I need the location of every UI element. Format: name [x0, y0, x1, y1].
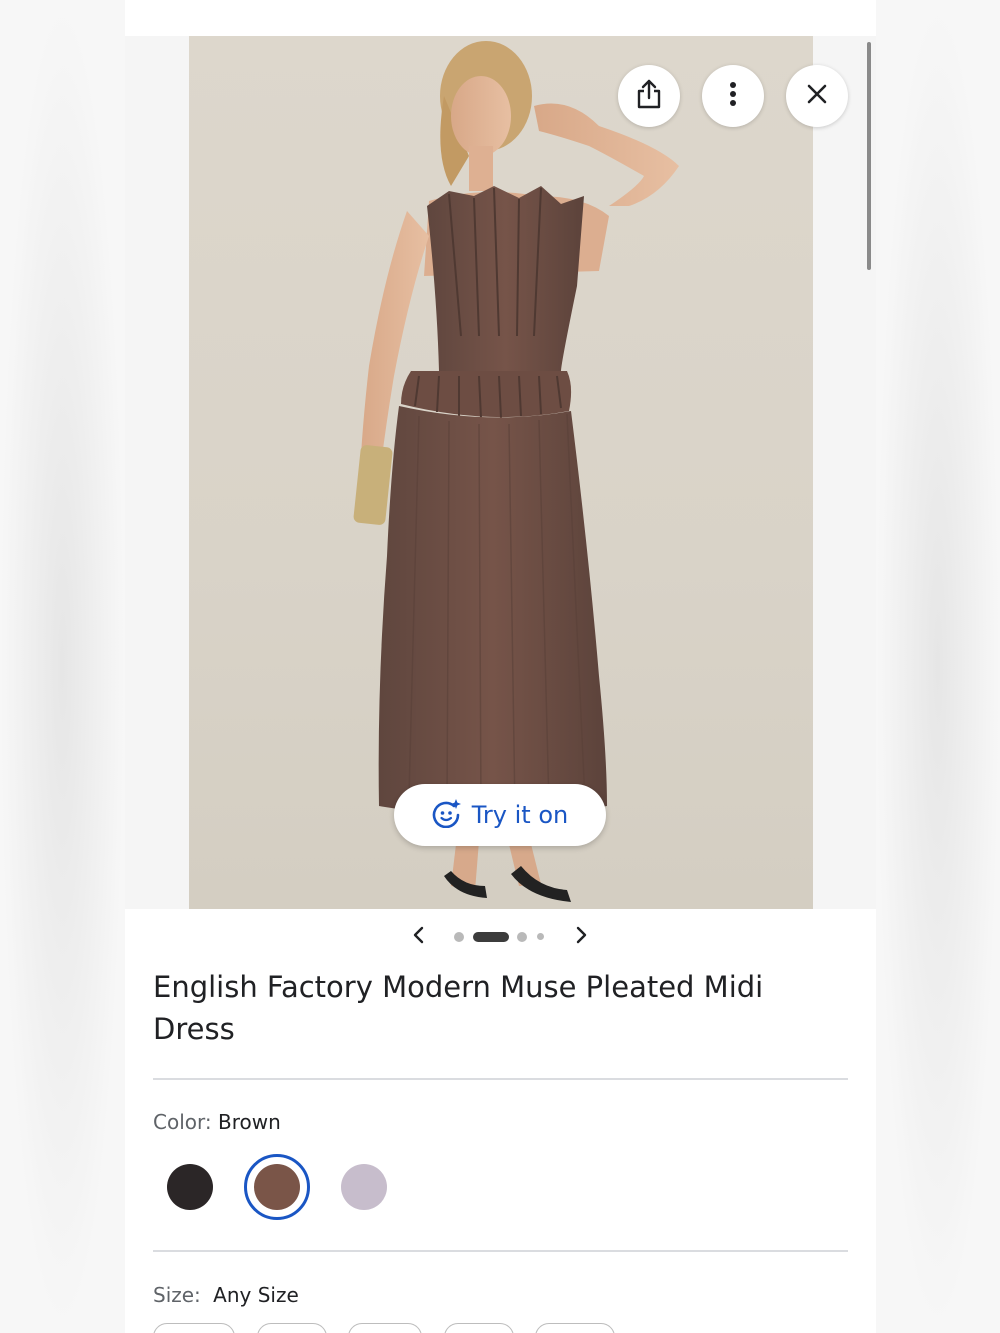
more-options-button[interactable]	[702, 65, 764, 127]
product-photo[interactable]	[189, 36, 813, 909]
share-button[interactable]	[618, 65, 680, 127]
color-label-row: Color: Brown	[153, 1110, 281, 1134]
try-it-on-button[interactable]: Try it on	[394, 784, 606, 846]
share-icon	[636, 79, 662, 114]
pager-dot[interactable]	[537, 933, 544, 940]
color-swatch-black[interactable]	[167, 1164, 213, 1210]
divider	[153, 1250, 848, 1252]
size-option[interactable]	[257, 1323, 327, 1333]
product-sheet: Try it on English Factory Modern Muse Pl…	[125, 0, 876, 1333]
color-swatch-brown[interactable]	[254, 1164, 300, 1210]
size-key: Size:	[153, 1283, 201, 1307]
chevron-right-icon	[574, 926, 588, 949]
more-vert-icon	[729, 81, 737, 112]
close-button[interactable]	[786, 65, 848, 127]
next-image-button[interactable]	[569, 925, 593, 949]
pager-dot-active[interactable]	[473, 932, 509, 942]
try-on-sparkle-icon	[432, 798, 462, 833]
divider	[153, 1078, 848, 1080]
color-key: Color:	[153, 1110, 212, 1134]
size-option[interactable]	[535, 1323, 615, 1333]
model-illustration	[353, 41, 679, 902]
pager-dot[interactable]	[454, 932, 464, 942]
scrollbar[interactable]	[867, 42, 871, 270]
pager-dot[interactable]	[517, 932, 527, 942]
color-value: Brown	[217, 1110, 281, 1134]
backdrop-left	[0, 0, 125, 1333]
close-icon	[806, 83, 828, 110]
product-title: English Factory Modern Muse Pleated Midi…	[153, 970, 764, 1046]
size-option[interactable]	[153, 1323, 235, 1333]
chevron-left-icon	[412, 926, 426, 949]
size-label-row: Size: Any Size	[153, 1283, 299, 1307]
size-value: Any Size	[213, 1283, 299, 1307]
size-option[interactable]	[444, 1323, 514, 1333]
color-swatch-lilac[interactable]	[341, 1164, 387, 1210]
size-option[interactable]	[348, 1323, 422, 1333]
backdrop-right	[876, 0, 1000, 1333]
product-image-viewer[interactable]: Try it on	[125, 36, 876, 909]
previous-image-button[interactable]	[407, 925, 431, 949]
try-it-on-label: Try it on	[471, 801, 569, 829]
image-pager	[125, 922, 876, 952]
